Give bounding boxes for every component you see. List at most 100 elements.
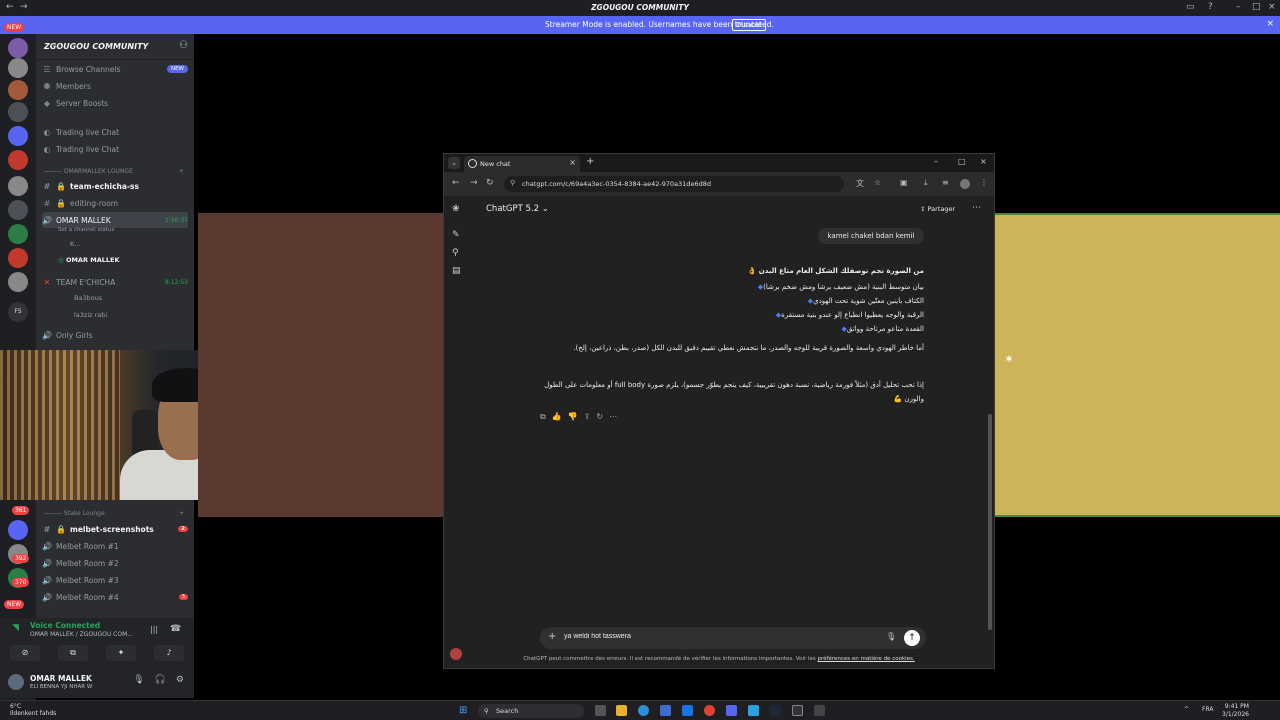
discord-icon[interactable] [726,705,737,716]
voice-channel-name[interactable]: OMAR MALLEK / ZGOUGOU COM... [30,631,133,638]
help-icon[interactable]: ? [1208,2,1213,12]
server-icon[interactable] [8,200,28,220]
bookmark-star-icon[interactable]: ☆ [874,178,881,187]
openai-logo-icon[interactable]: ❀ [452,204,460,214]
noise-suppression-icon[interactable]: ||| [150,625,158,634]
soundboard-icon[interactable]: ♪ [154,645,184,661]
library-icon[interactable]: ▤ [452,266,461,276]
cast-icon[interactable]: ≡ [942,178,949,187]
extensions-icon[interactable]: ▣ [900,178,908,187]
chrome-icon[interactable] [704,705,715,716]
clock[interactable]: 9:41 PM 3/1/2026 [1222,703,1249,719]
gear-icon[interactable]: ⚙ [176,675,184,685]
channel-trading-2[interactable]: ◐ Trading live Chat [42,141,188,157]
disable-streamer-button[interactable]: Disable [732,19,766,31]
app-icon[interactable] [814,705,825,716]
minimize-icon[interactable]: – [1236,2,1241,12]
guild-header[interactable]: ZGOUGOU COMMUNITY ⚇ [36,34,194,60]
inbox-icon[interactable]: ▭ [1186,2,1195,12]
download-icon[interactable]: ⤓ [924,178,928,188]
channel-melbet-4[interactable]: 🔊 Melbet Room #4 3 [42,589,188,605]
server-icon[interactable] [8,38,28,58]
edge-icon[interactable] [638,705,649,716]
telegram-icon[interactable] [748,705,759,716]
voice-connected-status[interactable]: Voice Connected [30,621,100,630]
browse-channels[interactable]: ☰ Browse Channels NEW [42,61,188,77]
server-icon[interactable] [8,150,28,170]
maximize-icon[interactable]: □ [1252,2,1261,12]
channel-status[interactable]: Set a channel status [58,227,114,233]
task-view-icon[interactable] [595,705,606,716]
add-member-icon[interactable]: ⚇ [179,40,188,51]
forward-icon[interactable]: → [470,178,478,188]
obs-icon[interactable] [792,705,803,716]
channel-melbet-screenshots[interactable]: # 🔒 melbet-screenshots 2 [42,521,188,537]
tab-search-icon[interactable]: ⌄ [448,157,460,169]
more-icon[interactable]: ⋯ [609,412,617,422]
server-icon[interactable] [8,176,28,196]
new-tab-icon[interactable]: + [586,156,594,167]
reload-icon[interactable]: ↻ [486,178,494,188]
cookie-preferences-link[interactable]: préférences en matière de cookies. [818,656,915,662]
profile-icon[interactable] [960,179,970,189]
server-icon[interactable] [8,126,28,146]
back-icon[interactable]: ← [452,178,460,188]
avatar[interactable] [8,674,24,690]
channel-editing-room[interactable]: # 🔒 editing-room [42,195,188,211]
server-icon-fs[interactable]: FS [8,302,28,322]
share-icon[interactable]: ⇪ [584,412,591,422]
server-icon[interactable] [8,80,28,100]
maximize-icon[interactable]: □ [958,157,966,166]
category-stake[interactable]: ——— Stake Lounge + [44,510,184,517]
tab-new-chat[interactable]: New chat × [464,156,580,172]
voice-user[interactable]: la3ziz rabi [74,311,107,319]
disconnect-icon[interactable]: ☎ [170,624,181,634]
mail-icon[interactable] [682,705,693,716]
more-options-icon[interactable]: ⋯ [972,203,981,213]
taskbar-search[interactable]: ⚲ Search [478,704,584,718]
channel-trading-1[interactable]: ◐ Trading live Chat [42,124,188,140]
steam-icon[interactable] [770,705,781,716]
signal-icon[interactable]: ◥ [12,623,19,633]
thumbs-up-icon[interactable]: 👍 [552,412,562,422]
scrollbar[interactable] [988,414,992,630]
attach-plus-icon[interactable]: + [548,631,556,642]
model-selector[interactable]: ChatGPT 5.2 ⌄ [486,204,549,214]
category-lounge[interactable]: ——— OMARMALLEK LOUNGE + [44,168,184,175]
channel-only-girls[interactable]: 🔊 Only Girls [42,327,188,343]
dismiss-icon[interactable]: × [1266,19,1274,29]
close-tab-icon[interactable]: × [569,158,576,167]
server-icon[interactable] [8,248,28,268]
copy-icon[interactable]: ⧉ [540,412,546,422]
mic-icon[interactable]: 🎙 [133,675,144,685]
mic-icon[interactable]: 🎙 [886,632,896,641]
activities-icon[interactable]: ✦ [106,645,136,661]
minimize-icon[interactable]: – [934,157,938,166]
channel-melbet-2[interactable]: 🔊 Melbet Room #2 [42,555,188,571]
site-info-icon[interactable]: ⚲ [510,179,515,187]
channel-team-echicha[interactable]: # 🔒 team-echicha-ss [42,178,188,194]
members[interactable]: ⚉ Members [42,78,188,94]
url-field[interactable]: ⚲ chatgpt.com/c/69a4a3ec-0354-8384-ae42-… [504,176,844,192]
camera-off-icon[interactable]: ⊘ [10,645,40,661]
voice-user-streaming[interactable]: ◎ OMAR MALLEK [58,256,120,264]
close-icon[interactable]: × [1268,2,1276,12]
voice-user[interactable]: Ba3bous [74,294,102,302]
server-icon[interactable] [8,102,28,122]
thumbs-down-icon[interactable]: 👎 [568,412,578,422]
voice-team-echicha[interactable]: ✕ TEAM E'CHICHA 8:12:53 [42,274,188,290]
search-icon[interactable]: ⚲ [452,248,459,258]
server-icon[interactable] [8,224,28,244]
screen-share-icon[interactable]: ⧉ [58,645,88,661]
voice-omar-mallek[interactable]: 🔊 OMAR MALLEK 2:56:37 [42,212,188,228]
channel-melbet-1[interactable]: 🔊 Melbet Room #1 [42,538,188,554]
translate-icon[interactable]: 文 [856,178,864,189]
headphones-icon[interactable]: 🎧 [155,675,166,685]
prompt-input[interactable] [564,633,864,640]
share-button[interactable]: ⇪ Partager [920,205,955,213]
weather-widget[interactable]: 6°C Ildenkent fahds [10,703,56,717]
close-icon[interactable]: × [980,157,987,166]
channel-melbet-3[interactable]: 🔊 Melbet Room #3 [42,572,188,588]
server-icon[interactable] [8,58,28,78]
regenerate-icon[interactable]: ↻ [596,412,603,422]
